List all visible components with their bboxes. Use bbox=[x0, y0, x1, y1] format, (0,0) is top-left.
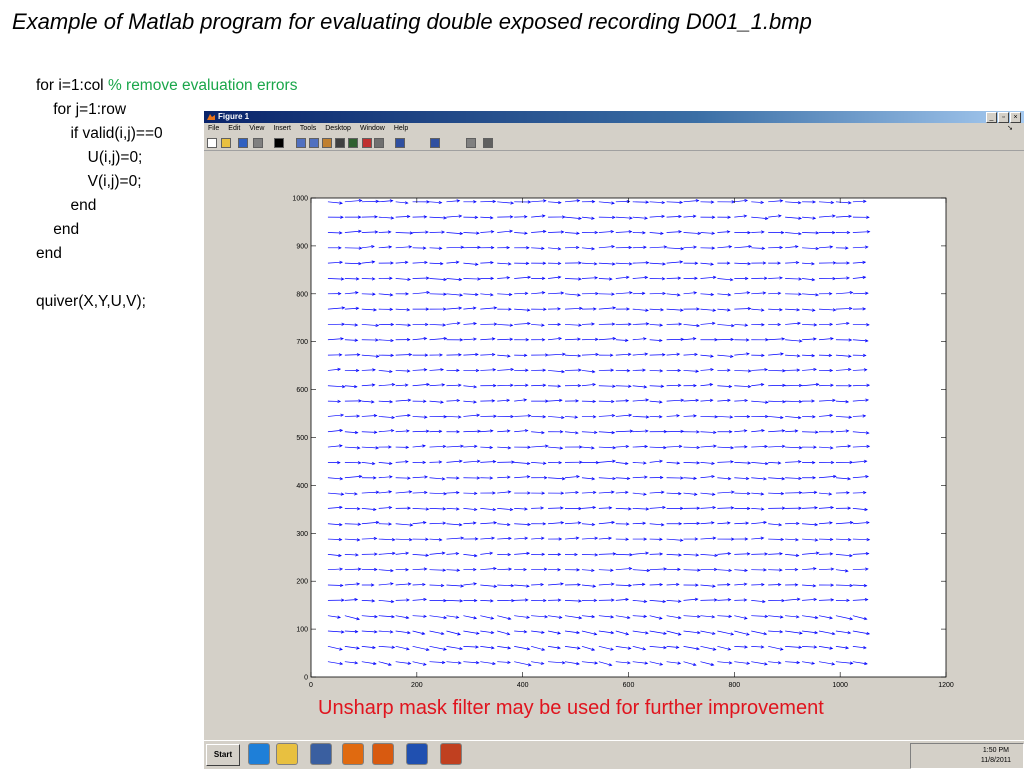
edit-plot-icon[interactable] bbox=[274, 138, 284, 148]
code-text: end bbox=[36, 245, 62, 262]
code-comment: % remove evaluation errors bbox=[108, 77, 298, 94]
colorbar-icon[interactable] bbox=[395, 138, 405, 148]
zoom-in-icon[interactable] bbox=[296, 138, 306, 148]
x-tick-label: 600 bbox=[623, 682, 635, 689]
menu-item-file[interactable]: File bbox=[208, 125, 219, 132]
figure-toolbar bbox=[204, 136, 1024, 151]
zoom-out-icon[interactable] bbox=[309, 138, 319, 148]
y-tick-label: 800 bbox=[296, 291, 308, 298]
menu-item-window[interactable]: Window bbox=[360, 125, 385, 132]
y-tick-label: 400 bbox=[296, 483, 308, 490]
caption-text: Unsharp mask filter may be used for furt… bbox=[318, 697, 824, 720]
y-tick-label: 200 bbox=[296, 579, 308, 586]
word-icon[interactable] bbox=[406, 743, 428, 765]
y-tick-label: 900 bbox=[296, 243, 308, 250]
firefox-icon[interactable] bbox=[342, 743, 364, 765]
matlab-figure-window: Figure 1 _ ▫ × File Edit View Insert Tools De… bbox=[204, 111, 1024, 768]
menu-item-view[interactable]: View bbox=[249, 125, 264, 132]
x-tick-label: 0 bbox=[309, 682, 313, 689]
start-button[interactable]: Start bbox=[206, 744, 240, 766]
menu-item-help[interactable]: Help bbox=[394, 125, 408, 132]
media-player-icon[interactable] bbox=[310, 743, 332, 765]
y-tick-label: 1000 bbox=[292, 196, 308, 203]
folder-icon[interactable] bbox=[276, 743, 298, 765]
code-line: for i=1:col % remove evaluation errors bbox=[36, 74, 297, 98]
x-tick-label: 200 bbox=[411, 682, 423, 689]
open-file-icon[interactable] bbox=[221, 138, 231, 148]
code-text: end bbox=[36, 197, 96, 214]
x-tick-label: 1200 bbox=[938, 682, 954, 689]
y-tick-label: 300 bbox=[296, 531, 308, 538]
powerpoint-icon[interactable] bbox=[440, 743, 462, 765]
code-text: quiver(X,Y,U,V); bbox=[36, 293, 146, 310]
clock-time: 1:50 PM bbox=[981, 746, 1011, 756]
show-plot-tools-icon[interactable] bbox=[483, 138, 493, 148]
y-tick-label: 600 bbox=[296, 387, 308, 394]
new-figure-icon[interactable] bbox=[207, 138, 217, 148]
link-icon[interactable] bbox=[374, 138, 384, 148]
restore-icon[interactable]: ▫ bbox=[998, 112, 1009, 123]
ie-icon[interactable] bbox=[248, 743, 270, 765]
menu-item-tools[interactable]: Tools bbox=[300, 125, 316, 132]
code-text: end bbox=[36, 221, 79, 238]
window-titlebar[interactable]: Figure 1 _ ▫ × bbox=[204, 111, 1024, 123]
code-text: V(i,j)=0; bbox=[36, 173, 142, 190]
menu-item-edit[interactable]: Edit bbox=[228, 125, 240, 132]
code-text: if valid(i,j)==0 bbox=[36, 125, 163, 142]
code-text: for j=1:row bbox=[36, 101, 126, 118]
brush-icon[interactable] bbox=[362, 138, 372, 148]
legend-icon[interactable] bbox=[430, 138, 440, 148]
x-tick-label: 400 bbox=[517, 682, 529, 689]
menu-overflow-icon[interactable]: ➘ bbox=[1007, 123, 1013, 135]
pan-icon[interactable] bbox=[322, 138, 332, 148]
windows-taskbar: Start 1:50 PM 11/8/2011 bbox=[204, 740, 1024, 769]
close-icon[interactable]: × bbox=[1010, 112, 1021, 123]
menu-item-insert[interactable]: Insert bbox=[273, 125, 291, 132]
tray-clock[interactable]: 1:50 PM 11/8/2011 bbox=[981, 746, 1011, 766]
code-text: for i=1:col bbox=[36, 77, 108, 94]
window-title: Figure 1 bbox=[218, 111, 249, 123]
start-label: Start bbox=[214, 750, 232, 759]
y-tick-label: 700 bbox=[296, 339, 308, 346]
code-text: U(i,j)=0; bbox=[36, 149, 142, 166]
hide-plot-tools-icon[interactable] bbox=[466, 138, 476, 148]
system-tray: 1:50 PM 11/8/2011 bbox=[910, 743, 1024, 769]
y-tick-label: 100 bbox=[296, 627, 308, 634]
x-tick-label: 1000 bbox=[832, 682, 848, 689]
clock-date: 11/8/2011 bbox=[981, 756, 1011, 766]
data-cursor-icon[interactable] bbox=[348, 138, 358, 148]
save-icon[interactable] bbox=[238, 138, 248, 148]
minimize-icon[interactable]: _ bbox=[986, 112, 997, 123]
quiver-plot-area: 0 200 400 600 800 1000 1200 0 100 200 300 400 500 600… bbox=[204, 151, 1024, 741]
x-tick-label: 800 bbox=[728, 682, 740, 689]
menu-item-desktop[interactable]: Desktop bbox=[325, 125, 351, 132]
axes-box[interactable] bbox=[311, 198, 946, 677]
rotate-3d-icon[interactable] bbox=[335, 138, 345, 148]
menubar: File Edit View Insert Tools Desktop Window Help… bbox=[204, 123, 1024, 135]
matlab-app-icon bbox=[207, 113, 215, 121]
y-tick-label: 0 bbox=[304, 675, 308, 682]
print-icon[interactable] bbox=[253, 138, 263, 148]
y-tick-label: 500 bbox=[296, 435, 308, 442]
slide-title: Example of Matlab program for evaluating… bbox=[12, 9, 812, 35]
matlab-icon[interactable] bbox=[372, 743, 394, 765]
